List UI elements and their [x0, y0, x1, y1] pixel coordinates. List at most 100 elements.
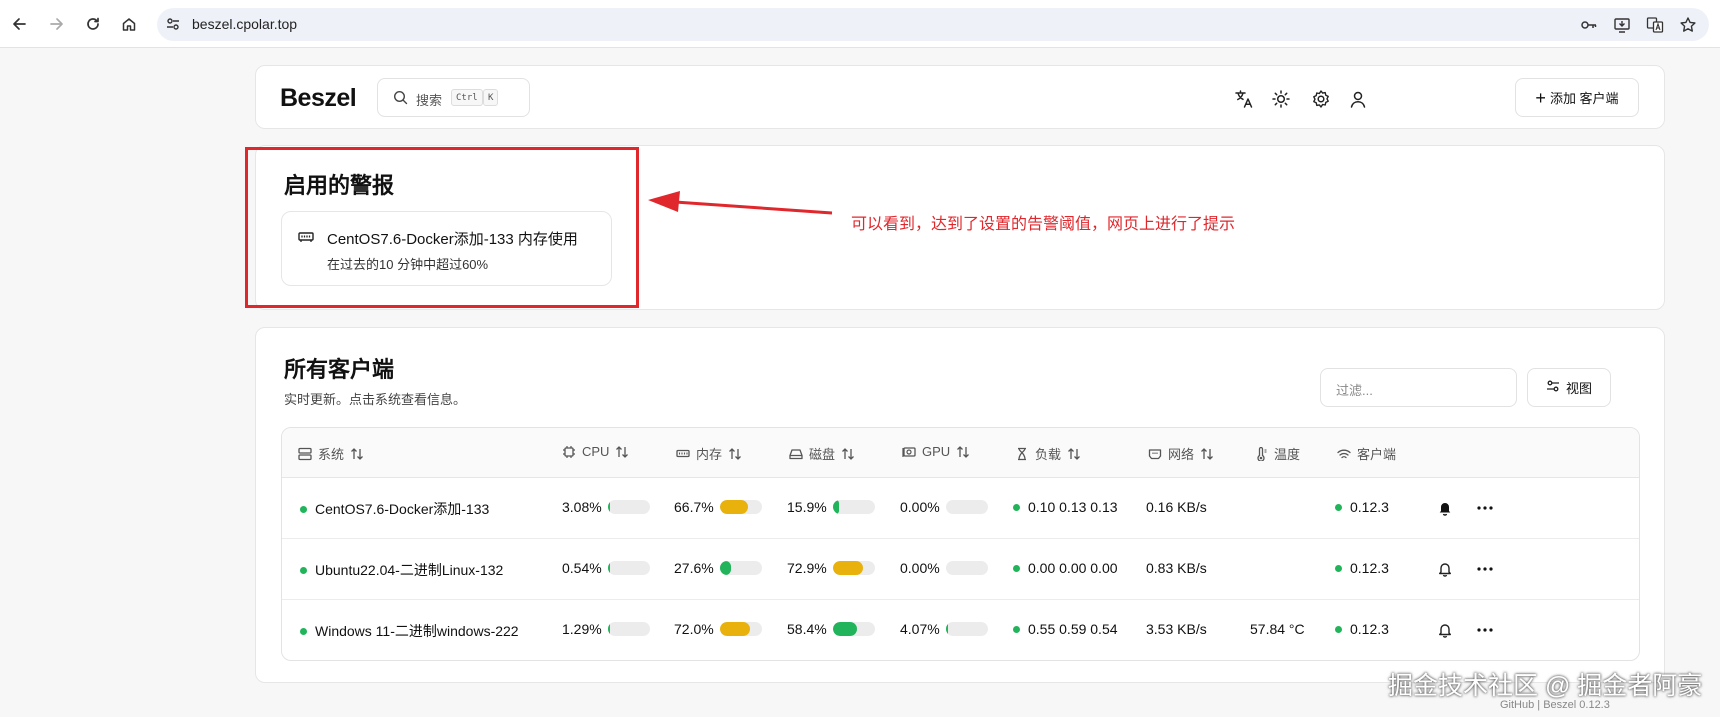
bell-icon[interactable]: [1435, 559, 1455, 579]
column-header-cpu[interactable]: CPU: [562, 444, 629, 459]
more-options-icon[interactable]: [1475, 559, 1495, 579]
status-dot: [300, 627, 307, 635]
network-value: 0.16 KB/s: [1146, 499, 1207, 515]
more-options-icon[interactable]: [1475, 620, 1495, 640]
password-key-icon[interactable]: [1579, 15, 1598, 34]
sort-icon: [1068, 447, 1080, 460]
load-value: 0.00 0.00 0.00: [1028, 560, 1118, 576]
cpu-usage-fill: [607, 500, 611, 514]
column-label: GPU: [922, 444, 951, 459]
address-bar[interactable]: beszel.cpolar.top: [157, 8, 1709, 41]
network-cell: 0.83 KB/s: [1146, 560, 1207, 576]
memory-value: 72.0%: [674, 621, 714, 637]
network-cell: 3.53 KB/s: [1146, 621, 1207, 637]
system-cell[interactable]: Ubuntu22.04-二进制Linux-132: [300, 560, 503, 580]
gpu-usage-bar: [945, 561, 988, 575]
disk-value: 72.9%: [787, 560, 827, 576]
theme-icon[interactable]: [1270, 88, 1292, 110]
back-icon[interactable]: [8, 12, 32, 36]
load-cell: 0.10 0.13 0.13: [1013, 499, 1118, 515]
system-cell[interactable]: CentOS7.6-Docker添加-133: [300, 499, 489, 519]
cpu-cell: 0.54%: [562, 560, 650, 576]
hourglass-icon: [1018, 447, 1026, 460]
column-label: 客户端: [1357, 447, 1397, 462]
shortcut-key-k: K: [483, 89, 499, 106]
temperature-value: 57.84 °C: [1250, 621, 1305, 637]
load-value: 0.10 0.13 0.13: [1028, 499, 1118, 515]
disk-usage-fill: [832, 622, 858, 636]
user-icon[interactable]: [1347, 88, 1369, 110]
table-row[interactable]: Ubuntu22.04-二进制Linux-132 0.54% 27.6% 72.…: [282, 539, 1639, 600]
status-dot: [1013, 625, 1020, 633]
column-header-agent[interactable]: 客户端: [1337, 444, 1396, 463]
bookmark-star-icon[interactable]: [1678, 15, 1697, 34]
system-name[interactable]: Ubuntu22.04-二进制Linux-132: [315, 560, 503, 580]
reload-icon[interactable]: [81, 12, 105, 36]
memory-value: 66.7%: [674, 499, 714, 515]
gpu-icon: [902, 446, 916, 457]
cpu-usage-fill: [607, 561, 611, 575]
column-header-memory[interactable]: 内存: [676, 444, 742, 463]
clients-table: 系统 CPU 内存 磁盘 GPU 负载 网络 温度 客户端 CentOS7.6-…: [281, 427, 1640, 661]
column-header-temperature[interactable]: 温度: [1254, 444, 1300, 463]
translate-page-icon[interactable]: [1645, 15, 1664, 34]
bell-icon[interactable]: [1435, 620, 1455, 640]
settings-icon[interactable]: [1310, 88, 1332, 110]
status-dot: [1335, 564, 1342, 572]
search-button[interactable]: 搜索 Ctrl K: [377, 78, 530, 117]
memory-usage-bar: [719, 500, 762, 514]
column-label: 系统: [318, 447, 345, 462]
disk-cell: 58.4%: [787, 621, 875, 637]
url-text[interactable]: beszel.cpolar.top: [192, 16, 297, 32]
view-options-button[interactable]: 视图: [1527, 368, 1611, 407]
footer-text[interactable]: GitHub | Beszel 0.12.3: [1500, 699, 1610, 711]
column-header-system[interactable]: 系统: [298, 444, 364, 463]
memory-cell: 72.0%: [674, 621, 762, 637]
add-client-button[interactable]: + 添加 客户端: [1515, 78, 1639, 117]
cpu-usage-bar: [607, 500, 650, 514]
memory-usage-fill: [719, 500, 748, 514]
column-label: 温度: [1274, 447, 1301, 462]
language-icon[interactable]: [1233, 88, 1255, 110]
watermark-text: 掘金技术社区 @ 掘金者阿豪: [1388, 672, 1703, 700]
network-cell: 0.16 KB/s: [1146, 499, 1207, 515]
gpu-value: 0.00%: [900, 560, 940, 576]
system-name[interactable]: Windows 11-二进制windows-222: [315, 621, 519, 641]
memory-value: 27.6%: [674, 560, 714, 576]
cpu-cell: 3.08%: [562, 499, 650, 515]
network-value: 0.83 KB/s: [1146, 560, 1207, 576]
home-icon[interactable]: [117, 12, 141, 36]
view-label: 视图: [1565, 381, 1592, 396]
sliders-icon: [1546, 379, 1560, 396]
more-options-icon[interactable]: [1475, 498, 1495, 518]
gpu-usage-bar: [945, 500, 988, 514]
table-row[interactable]: Windows 11-二进制windows-222 1.29% 72.0% 58…: [282, 600, 1639, 660]
network-value: 3.53 KB/s: [1146, 621, 1207, 637]
forward-icon[interactable]: [44, 12, 68, 36]
all-clients-panel: 所有客户端 实时更新。点击系统查看信息。 过滤... 视图 系统 CPU 内存: [255, 327, 1665, 683]
sort-icon: [729, 447, 741, 460]
filter-input[interactable]: 过滤...: [1320, 368, 1517, 407]
column-header-load[interactable]: 负载: [1015, 444, 1081, 463]
column-header-gpu[interactable]: GPU: [902, 444, 970, 459]
memory-icon: [676, 449, 690, 457]
disk-usage-fill: [832, 500, 840, 514]
gpu-value: 0.00%: [900, 499, 940, 515]
annotation-highlight-box: [245, 147, 639, 308]
status-dot: [1335, 625, 1342, 633]
column-label: 磁盘: [809, 447, 836, 462]
column-header-network[interactable]: 网络: [1148, 444, 1214, 463]
table-row[interactable]: CentOS7.6-Docker添加-133 3.08% 66.7% 15.9%…: [282, 478, 1639, 539]
memory-usage-fill: [719, 622, 750, 636]
column-header-disk[interactable]: 磁盘: [789, 444, 855, 463]
system-name[interactable]: CentOS7.6-Docker添加-133: [315, 499, 489, 519]
disk-cell: 72.9%: [787, 560, 875, 576]
annotation-arrow-icon: [648, 191, 833, 215]
site-settings-icon[interactable]: [165, 16, 181, 37]
bell-active-icon[interactable]: [1435, 498, 1455, 518]
agent-version: 0.12.3: [1350, 499, 1389, 515]
system-cell[interactable]: Windows 11-二进制windows-222: [300, 621, 519, 641]
app-logo[interactable]: Beszel: [280, 84, 357, 113]
install-app-icon[interactable]: [1612, 15, 1631, 34]
sort-icon: [351, 447, 363, 460]
